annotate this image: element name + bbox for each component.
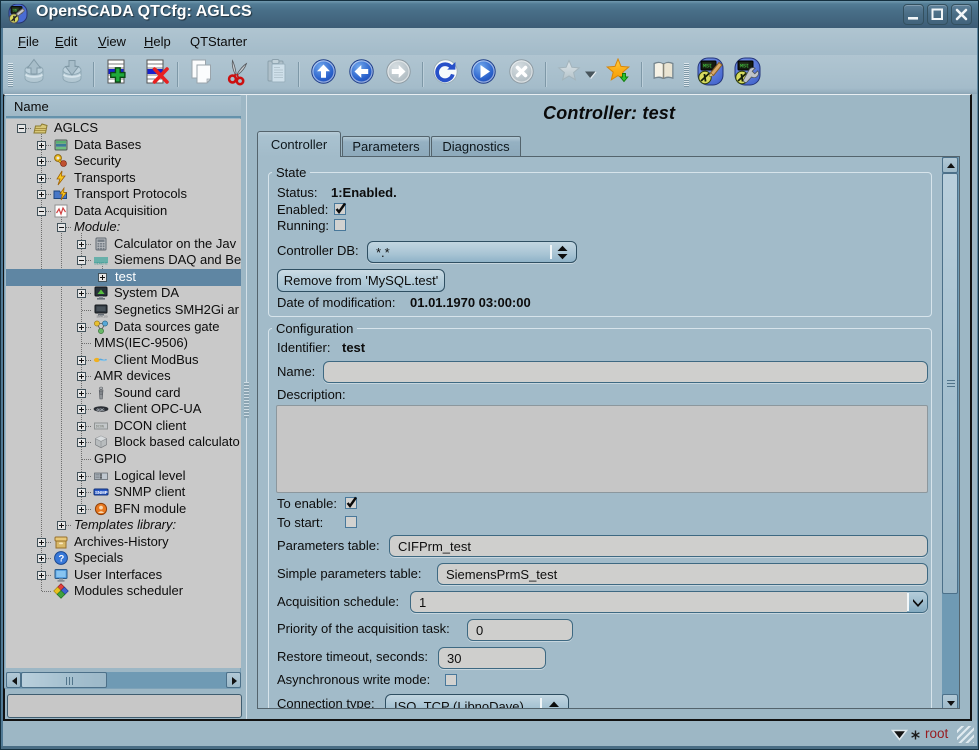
svg-text:SNMP: SNMP: [95, 490, 108, 495]
svg-text:SIEMENS: SIEMENS: [94, 261, 108, 265]
svg-text:opc: opc: [96, 407, 105, 412]
svg-text:DCON: DCON: [96, 426, 104, 430]
svg-text:?: ?: [59, 554, 65, 565]
svg-text:36: 36: [13, 8, 18, 13]
svg-text:MSt: MSt: [740, 64, 749, 70]
svg-text:MSt: MSt: [703, 64, 712, 70]
svg-text:SMH 2Gi: SMH 2Gi: [97, 314, 109, 318]
